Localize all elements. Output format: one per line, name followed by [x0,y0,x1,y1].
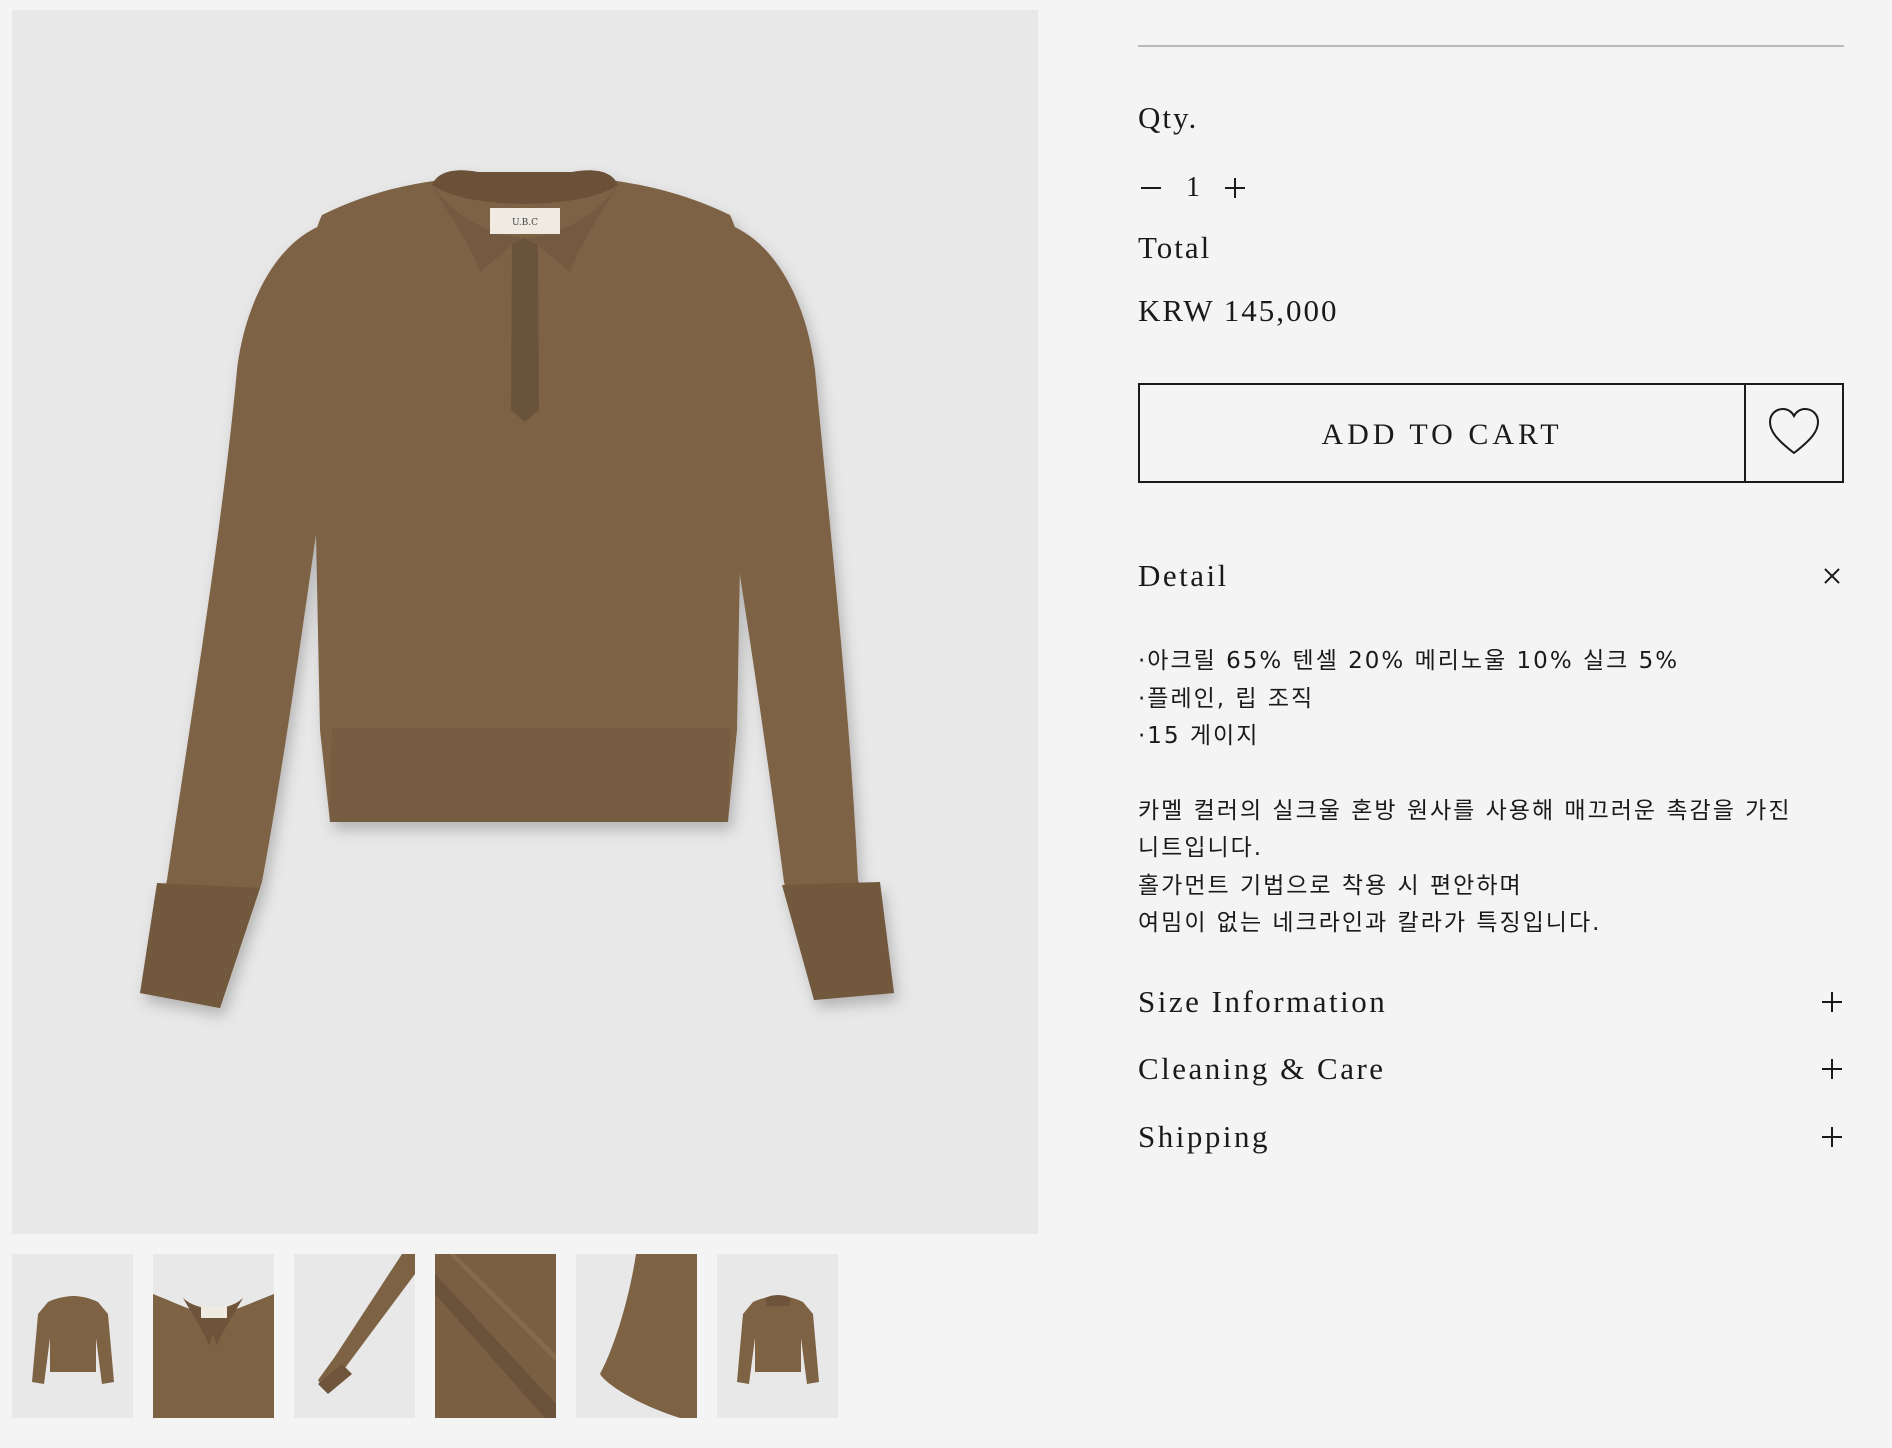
description-line: 카멜 컬러의 실크울 혼방 원사를 사용해 매끄러운 촉감을 가진 [1138,797,1792,824]
divider [1138,45,1844,47]
thumb-back[interactable] [717,1254,838,1418]
main-product-image[interactable]: U.B.C [12,10,1038,1234]
total-label: Total [1138,230,1212,265]
heart-icon [1768,407,1820,455]
decrease-qty-button[interactable] [1138,175,1164,201]
accordion-title: Shipping [1138,1119,1270,1154]
quantity-stepper: 1 [1138,172,1248,204]
detail-line: ·아크릴 65% 텐셀 20% 메리노울 10% 실크 5% [1138,648,1680,674]
description-line: 여밈이 없는 네크라인과 칼라가 특징입니다. [1138,910,1602,936]
accordion-title: Size Information [1138,984,1388,1019]
sweater-image: U.B.C [140,170,894,1008]
accordion-detail[interactable]: Detail [1138,558,1844,594]
svg-text:U.B.C: U.B.C [512,218,538,228]
add-to-cart-button[interactable]: ADD TO CART [1138,383,1746,483]
increase-qty-button[interactable] [1222,175,1248,201]
purchase-actions: ADD TO CART [1138,383,1844,483]
qty-label: Qty. [1138,100,1199,135]
detail-content: ·아크릴 65% 텐셀 20% 메리노울 10% 실크 5% ·플레인, 립 조… [1138,643,1844,943]
accordion-shipping[interactable]: Shipping [1138,1119,1844,1155]
accordion-title: Cleaning & Care [1138,1051,1386,1086]
accordion-cleaning-care[interactable]: Cleaning & Care [1138,1051,1844,1087]
thumb-side-detail[interactable] [576,1254,697,1418]
plus-icon[interactable] [1820,1057,1844,1081]
description-line: 니트입니다. [1138,835,1264,861]
thumb-sleeve-detail[interactable] [294,1254,415,1418]
total-price: KRW 145,000 [1138,293,1339,328]
accordion-size-information[interactable]: Size Information [1138,984,1844,1020]
accordion-detail-title: Detail [1138,558,1229,593]
close-icon[interactable] [1820,564,1844,588]
detail-line: ·플레인, 립 조직 [1138,685,1315,712]
qty-value[interactable]: 1 [1186,172,1200,204]
plus-icon[interactable] [1820,990,1844,1014]
detail-line: ·15 게이지 [1138,723,1260,749]
thumb-knit-texture[interactable] [435,1254,556,1418]
thumb-front[interactable] [12,1254,133,1418]
wishlist-button[interactable] [1746,383,1844,483]
minus-icon [1141,187,1161,189]
thumb-collar-detail[interactable] [153,1254,274,1418]
thumbnail-strip [12,1254,838,1418]
description-line: 홀가먼트 기법으로 착용 시 편안하며 [1138,872,1523,899]
plus-icon[interactable] [1820,1125,1844,1149]
